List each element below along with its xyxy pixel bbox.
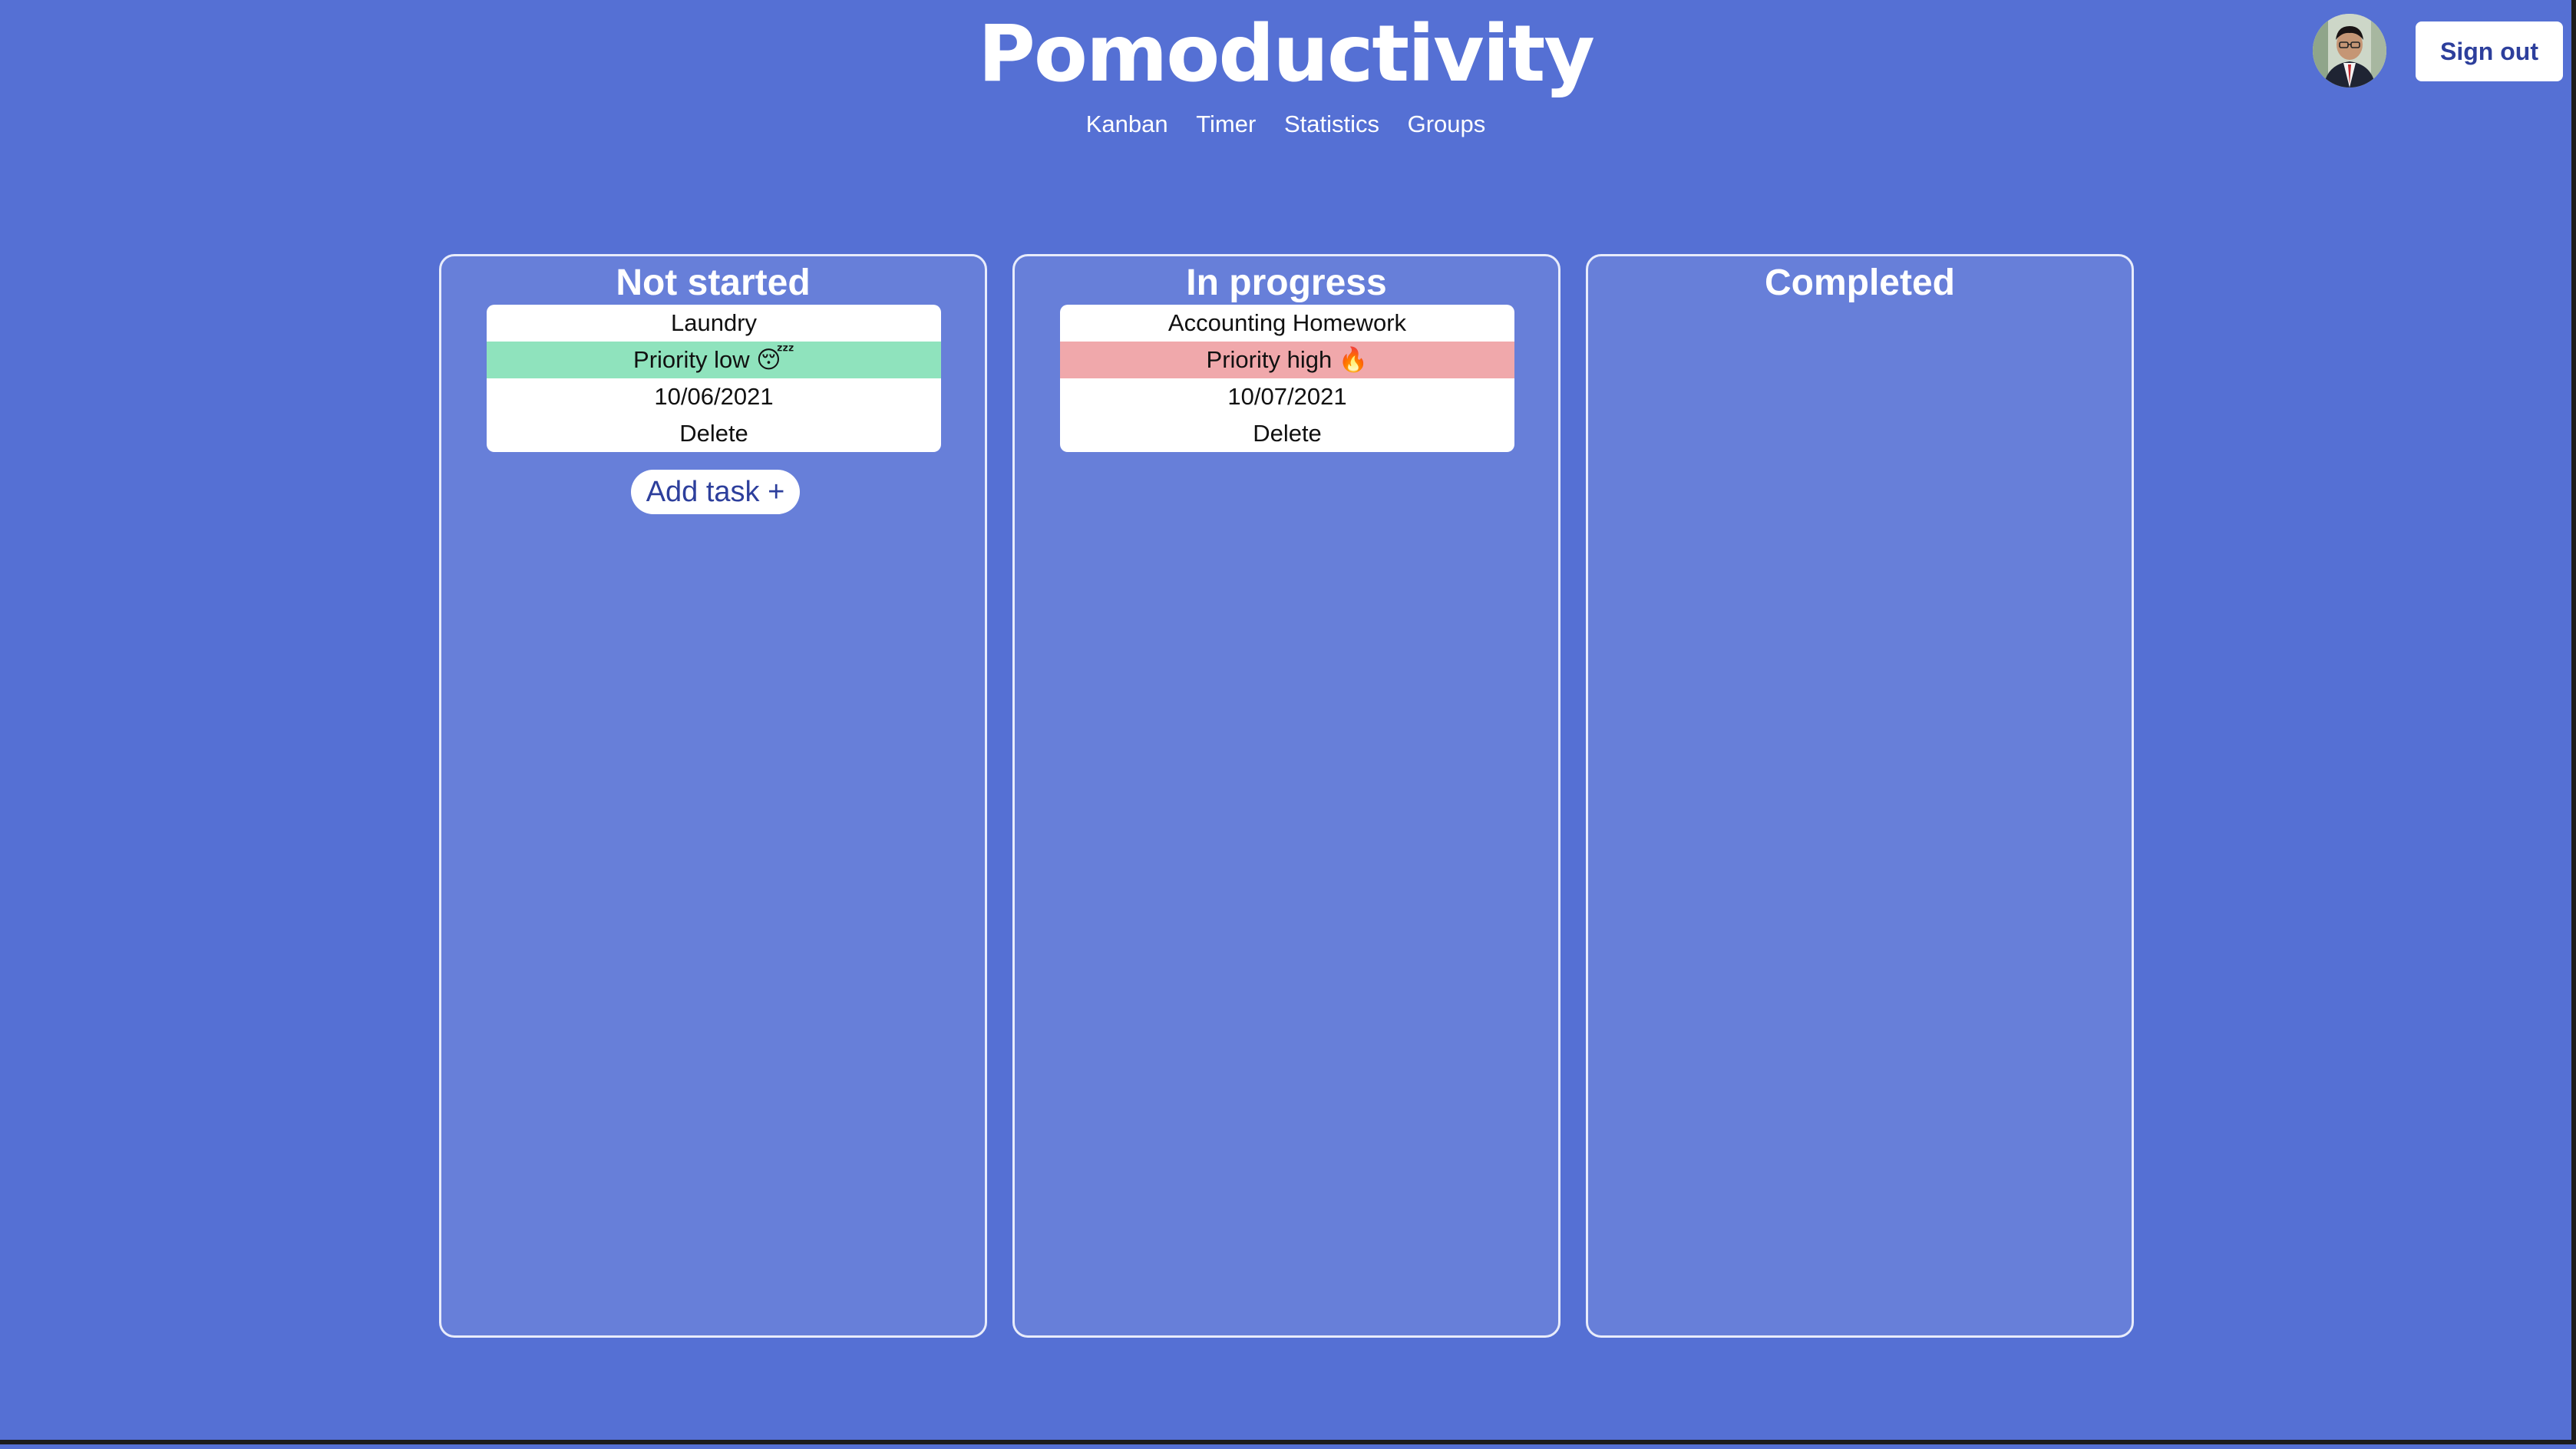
task-name: Laundry [670, 309, 758, 336]
task-date: 10/06/2021 [654, 383, 774, 410]
nav-statistics-link[interactable]: Statistics [1284, 111, 1379, 137]
task-priority-badge[interactable]: Priority low 😴 [487, 342, 941, 378]
main-nav: Kanban Timer Statistics Groups [0, 107, 2571, 141]
task-card[interactable]: Laundry Priority low 😴 10/06/2021 Delete [487, 305, 941, 452]
task-name: Accounting Homework [1167, 309, 1407, 336]
nav-timer-link[interactable]: Timer [1196, 111, 1256, 137]
column-in-progress: In progress Accounting Homework Priority… [1012, 254, 1560, 1338]
sign-out-button[interactable]: Sign out [2416, 21, 2563, 81]
column-title: Not started [616, 262, 811, 303]
user-avatar[interactable] [2313, 14, 2386, 87]
column-title: Completed [1764, 262, 1955, 303]
user-avatar-image [2313, 14, 2386, 87]
column-not-started: Not started Laundry Priority low 😴 10/06… [439, 254, 987, 1338]
task-card[interactable]: Accounting Homework Priority high 🔥 10/0… [1060, 305, 1514, 452]
task-priority-badge[interactable]: Priority high 🔥 [1060, 342, 1514, 378]
task-date: 10/07/2021 [1227, 383, 1347, 410]
task-delete-button[interactable]: Delete [1060, 415, 1514, 452]
add-task-button[interactable]: Add task + [631, 470, 800, 514]
column-completed: Completed [1586, 254, 2134, 1338]
app-title: Pomoductivity [978, 8, 1595, 100]
nav-kanban-link[interactable]: Kanban [1086, 111, 1168, 137]
column-title: In progress [1186, 262, 1387, 303]
app-window: Pomoductivity Kanban Timer Statistics Gr… [0, 0, 2576, 1444]
task-delete-button[interactable]: Delete [487, 415, 941, 452]
nav-groups-link[interactable]: Groups [1408, 111, 1486, 137]
